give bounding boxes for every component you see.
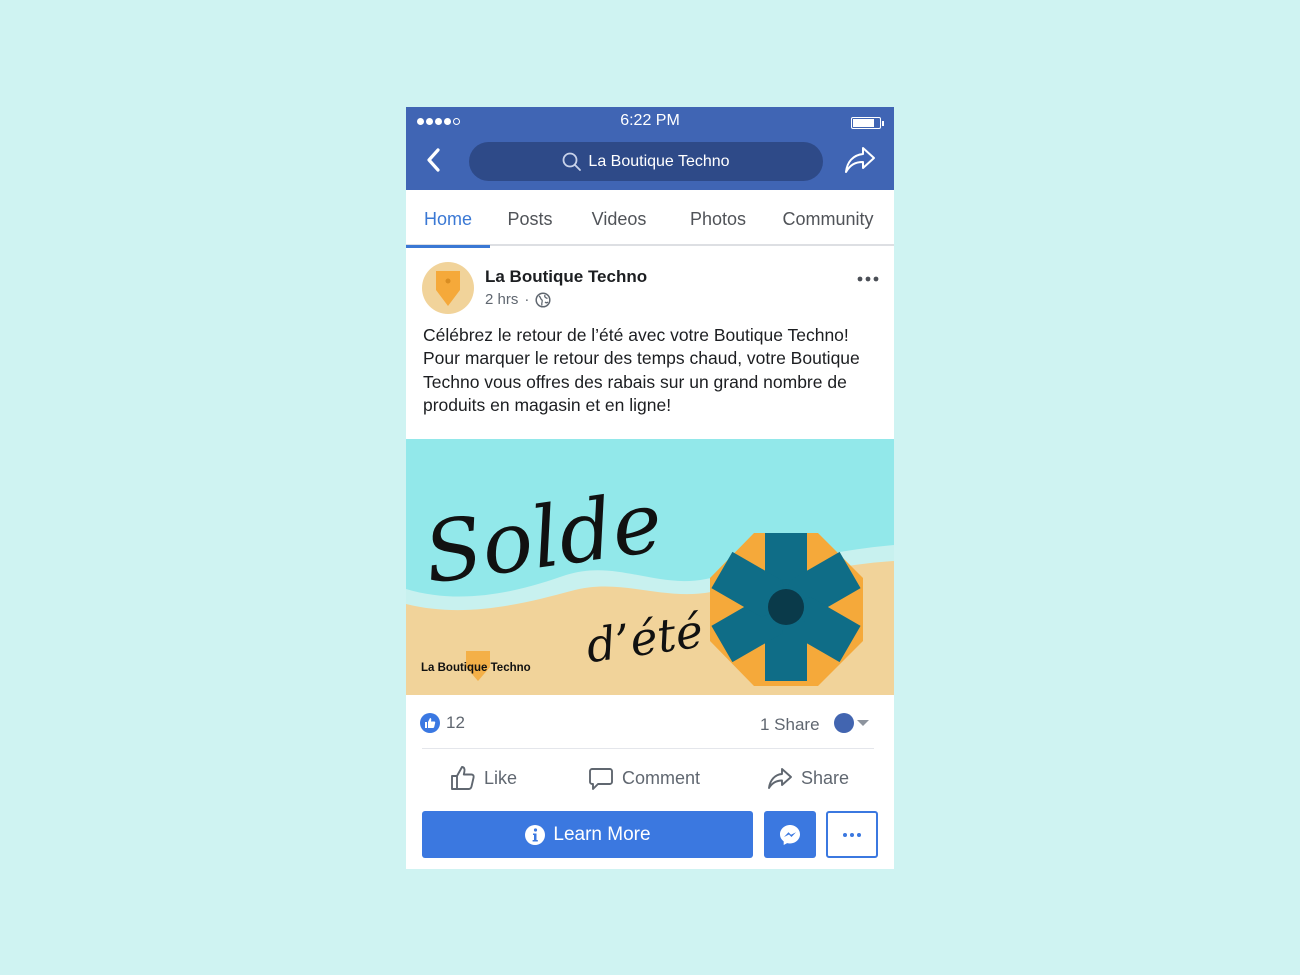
tab-photos[interactable]: Photos <box>682 190 754 246</box>
image-brand: La Boutique Techno <box>421 662 531 674</box>
avatar[interactable] <box>422 262 474 314</box>
tab-posts[interactable]: Posts <box>498 190 562 246</box>
thumbs-up-icon <box>451 766 475 790</box>
search-text: La Boutique Techno <box>588 152 730 170</box>
status-time: 6:22 PM <box>620 112 680 129</box>
audience-selector[interactable] <box>834 713 869 733</box>
learn-more-label: Learn More <box>553 823 651 845</box>
umbrella-illustration <box>710 533 863 686</box>
tab-videos[interactable]: Videos <box>584 190 654 246</box>
post-meta: 2 hrs · <box>485 291 551 308</box>
comment-label: Comment <box>622 767 701 788</box>
share-arrow-icon[interactable] <box>843 144 877 176</box>
tab-community[interactable]: Community <box>776 190 880 246</box>
more-options-button[interactable] <box>826 811 878 858</box>
globe-icon <box>535 291 551 308</box>
messenger-icon <box>780 824 800 845</box>
battery-icon <box>851 117 884 129</box>
tab-home[interactable]: Home <box>406 190 490 248</box>
more-options-icon[interactable] <box>856 273 880 285</box>
like-count: 12 <box>446 713 465 732</box>
share-count[interactable]: 1 Share <box>760 715 820 735</box>
divider <box>422 748 874 749</box>
search-icon <box>563 152 582 171</box>
back-arrow-icon[interactable] <box>422 147 446 173</box>
chevron-down-icon <box>857 720 869 726</box>
post-image[interactable]: Solde d’été La Boutique Techno <box>406 439 894 695</box>
location-pin-icon <box>436 271 460 306</box>
share-icon <box>768 768 792 789</box>
messenger-button[interactable] <box>764 811 816 858</box>
like-button[interactable]: Like <box>450 763 517 793</box>
comment-bubble-icon <box>589 768 613 790</box>
page-name[interactable]: La Boutique Techno <box>485 267 647 287</box>
profile-dot-icon <box>834 713 854 733</box>
post-time: 2 hrs <box>485 291 519 308</box>
like-reaction-icon <box>420 713 440 733</box>
phone-frame: 6:22 PM La Boutique Techno Home Posts Vi… <box>406 107 894 869</box>
like-label: Like <box>484 767 518 788</box>
ellipsis-icon <box>843 832 861 837</box>
top-bar: 6:22 PM La Boutique Techno <box>406 107 894 190</box>
search-bar[interactable]: La Boutique Techno <box>469 142 823 181</box>
comment-button[interactable]: Comment <box>588 763 700 793</box>
meta-separator: · <box>524 291 530 308</box>
share-label: Share <box>801 767 850 788</box>
learn-more-button[interactable]: Learn More <box>422 811 753 858</box>
reactions-summary[interactable]: 12 <box>420 713 465 733</box>
share-button[interactable]: Share <box>767 763 849 793</box>
post-text: Célébrez le retour de l’été avec votre B… <box>423 325 860 415</box>
info-icon <box>525 824 546 845</box>
page-tabs: Home Posts Videos Photos Community <box>406 190 894 248</box>
